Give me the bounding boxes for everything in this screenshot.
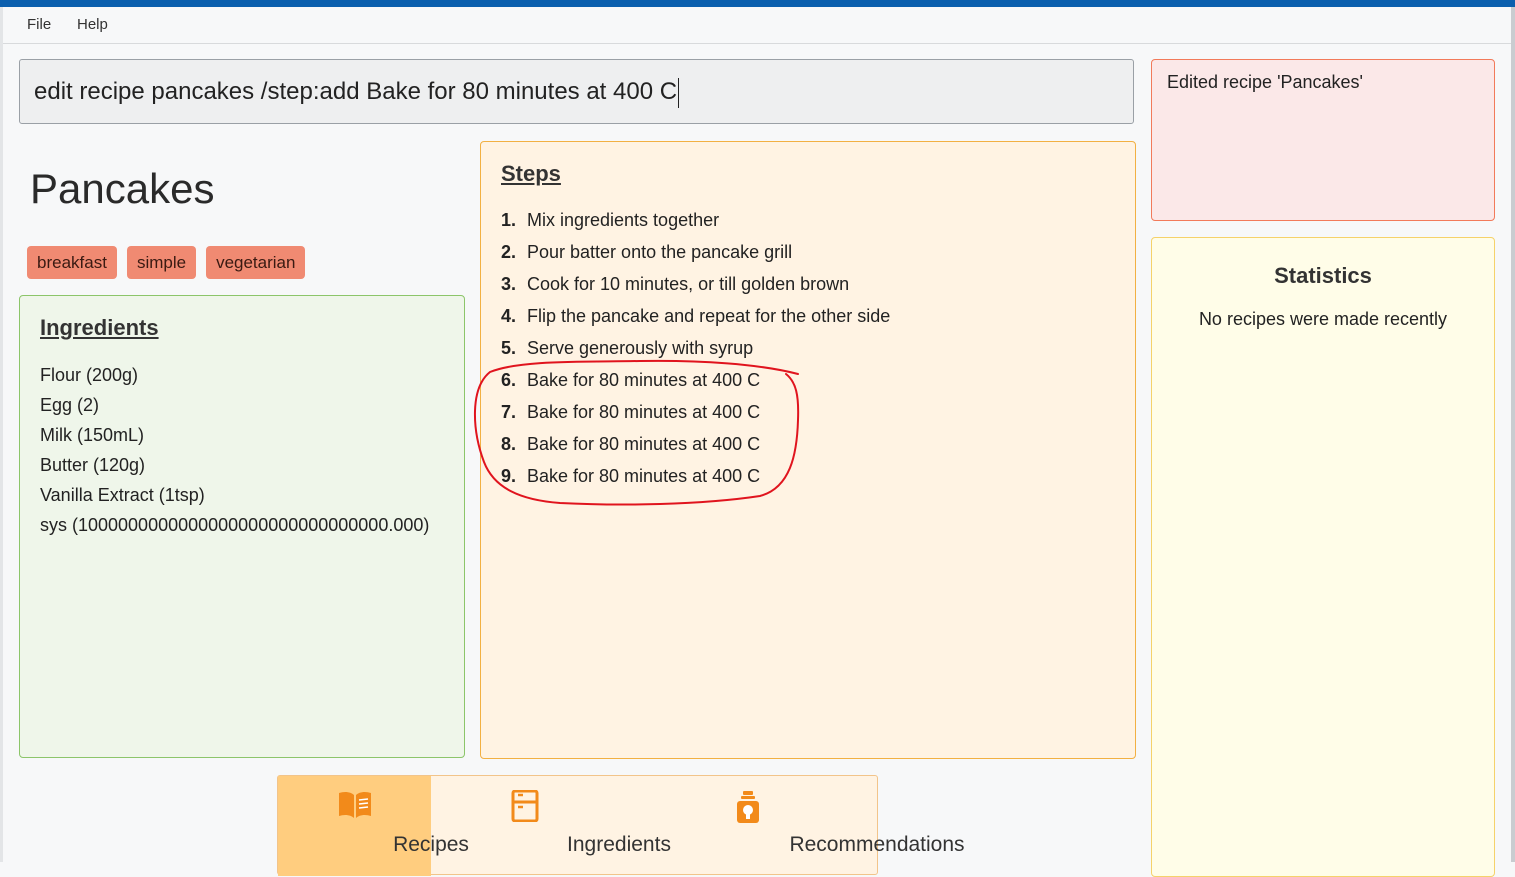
lightbulb-icon	[735, 790, 761, 829]
step-text: Flip the pancake and repeat for the othe…	[527, 306, 891, 326]
step-number: 2.	[501, 242, 517, 262]
tag-vegetarian: vegetarian	[206, 246, 306, 279]
step-number: 7.	[501, 402, 517, 422]
step-number: 3.	[501, 274, 517, 294]
step-text: Serve generously with syrup	[527, 338, 754, 358]
window-accent-bar	[0, 0, 1515, 7]
menu-help[interactable]: Help	[77, 16, 108, 33]
step-text: Bake for 80 minutes at 400 C	[527, 466, 761, 486]
ingredient-item: Butter (120g)	[40, 455, 146, 475]
book-icon	[337, 790, 373, 825]
ingredients-panel: Ingredients Flour (200g) Egg (2) Milk (1…	[19, 295, 465, 758]
menu-file[interactable]: File	[27, 16, 51, 33]
step-item: 9. Bake for 80 minutes at 400 C	[501, 460, 890, 492]
ingredient-item: Milk (150mL)	[40, 425, 145, 445]
recipe-tags: breakfast simple vegetarian	[27, 246, 306, 279]
ingredient-item: Flour (200g)	[40, 365, 139, 385]
window-right-edge	[1511, 7, 1515, 862]
step-item: 2. Pour batter onto the pancake grill	[501, 236, 890, 268]
step-text: Bake for 80 minutes at 400 C	[527, 370, 761, 390]
step-item: 5. Serve generously with syrup	[501, 332, 890, 364]
statistics-message: No recipes were made recently	[1198, 309, 1448, 329]
step-number: 4.	[501, 306, 517, 326]
recipe-title: Pancakes	[30, 165, 215, 212]
window-left-edge	[0, 7, 3, 862]
step-number: 8.	[501, 434, 517, 454]
menu-bar: File Help	[3, 7, 1511, 44]
tab-recommendations-label: Recommendations	[789, 833, 965, 856]
steps-panel: Steps 1. Mix ingredients together 2. Pour …	[480, 141, 1136, 759]
step-text: Cook for 10 minutes, or till golden brow…	[527, 274, 850, 294]
step-text: Pour batter onto the pancake grill	[527, 242, 793, 262]
ingredients-list: Flour (200g) Egg (2) Milk (150mL) Butter…	[40, 360, 429, 540]
step-item: 1. Mix ingredients together	[501, 204, 890, 236]
step-text: Bake for 80 minutes at 400 C	[527, 434, 761, 454]
text-caret	[678, 77, 680, 108]
step-text: Mix ingredients together	[527, 210, 720, 230]
statistics-title: Statistics	[1274, 263, 1372, 288]
step-number: 6.	[501, 370, 517, 390]
statistics-panel: Statistics No recipes were made recently	[1151, 237, 1495, 877]
step-number: 1.	[501, 210, 517, 230]
ingredient-item: sys (1000000000000000000000000000000.000…	[40, 515, 430, 535]
step-item: 4. Flip the pancake and repeat for the ot…	[501, 300, 890, 332]
ingredient-item: Egg (2)	[40, 395, 100, 415]
ingredients-heading: Ingredients	[40, 315, 159, 340]
step-item: 7. Bake for 80 minutes at 400 C	[501, 396, 890, 428]
steps-heading: Steps	[501, 161, 561, 186]
tab-ingredients[interactable]: Ingredients	[431, 776, 671, 876]
ingredient-item: Vanilla Extract (1tsp)	[40, 485, 205, 505]
tag-breakfast: breakfast	[27, 246, 117, 279]
tag-simple: simple	[126, 246, 197, 279]
step-item: 3. Cook for 10 minutes, or till golden br…	[501, 268, 890, 300]
bottom-nav: Recipes Ingredients Recommendations	[277, 775, 965, 876]
step-number: 9.	[501, 466, 517, 486]
step-number: 5.	[501, 338, 517, 358]
tab-recommendations[interactable]: Recommendations	[619, 776, 965, 876]
step-text: Bake for 80 minutes at 400 C	[527, 402, 761, 422]
step-item: 8. Bake for 80 minutes at 400 C	[501, 428, 890, 460]
command-input[interactable]: edit recipe pancakes /step:add Bake for …	[19, 59, 1134, 124]
fridge-icon	[511, 789, 539, 827]
result-message: Edited recipe 'Pancakes'	[1167, 72, 1363, 92]
command-text: edit recipe pancakes /step:add Bake for …	[34, 78, 678, 105]
tab-recipes[interactable]: Recipes	[278, 776, 469, 876]
result-display: Edited recipe 'Pancakes'	[1151, 59, 1495, 221]
step-item: 6. Bake for 80 minutes at 400 C	[501, 364, 890, 396]
steps-list: 1. Mix ingredients together 2. Pour batter…	[501, 204, 890, 492]
